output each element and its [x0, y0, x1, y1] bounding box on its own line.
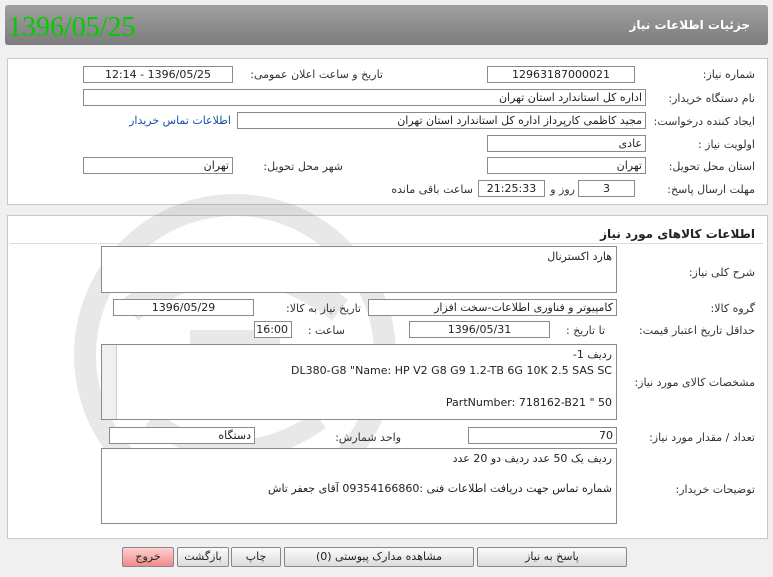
- summary-text: هارد اکسترنال: [547, 250, 612, 263]
- notes-line-2: شماره تماس جهت دریافت اطلاعات فنی :09354…: [268, 482, 612, 495]
- group-label: گروه کالا:: [710, 302, 755, 315]
- need-number-field: 12963187000021: [487, 66, 635, 83]
- deadline-time-field: 21:25:33: [478, 180, 545, 197]
- days-and-label: روز و: [550, 183, 575, 196]
- summary-label: شرح کلی نیاز:: [688, 266, 755, 279]
- unit-label: واحد شمارش:: [335, 431, 401, 444]
- back-button[interactable]: بازگشت: [177, 547, 229, 567]
- buyer-label: نام دستگاه خریدار:: [668, 92, 755, 105]
- buyer-field: اداره کل استاندارد استان تهران: [83, 89, 646, 106]
- time-field: 16:00: [254, 321, 292, 338]
- qty-label: تعداد / مقدار مورد نیاز:: [649, 431, 755, 444]
- spec-line-1: ردیف 1-: [572, 348, 612, 361]
- province-label: استان محل تحویل:: [668, 160, 755, 173]
- need-date-label: تاریخ نیاز به کالا:: [286, 302, 361, 315]
- time-label: ساعت :: [307, 324, 345, 337]
- contact-info-link[interactable]: اطلاعات تماس خریدار: [129, 114, 231, 127]
- city-label: شهر محل تحویل:: [263, 160, 343, 173]
- province-field: تهران: [487, 157, 646, 174]
- qty-field: 70: [468, 427, 617, 444]
- spec-line-2: DL380-G8 "Name: HP V2 G8 G9 1.2-TB 6G 10…: [291, 364, 612, 377]
- priority-label: اولویت نیاز :: [697, 138, 755, 151]
- print-button[interactable]: چاپ: [231, 547, 281, 567]
- goods-section-title: اطلاعات کالاهای مورد نیاز: [600, 227, 755, 241]
- to-date-label: تا تاریخ :: [566, 324, 605, 337]
- announce-field: 1396/05/25 - 12:14: [83, 66, 233, 83]
- attachments-button[interactable]: مشاهده مدارک پیوستی (0): [284, 547, 474, 567]
- spec-scrollbar[interactable]: [102, 345, 117, 419]
- group-field: کامپیوتر و فناوری اطلاعات-سخت افزار: [368, 299, 617, 316]
- date-stamp: 1396/05/25: [8, 12, 136, 43]
- need-number-label: شماره نیاز:: [702, 68, 755, 81]
- goods-section-divider: [10, 243, 763, 244]
- city-field: تهران: [83, 157, 233, 174]
- buyer-notes-label: توضیحات خریدار:: [675, 483, 756, 496]
- creator-label: ایجاد کننده درخواست:: [653, 115, 755, 128]
- reply-button[interactable]: پاسخ به نیاز: [477, 547, 627, 567]
- to-date-field: 1396/05/31: [409, 321, 550, 338]
- remaining-label: ساعت باقی مانده: [391, 183, 473, 196]
- buyer-notes-field: ردیف یک 50 عدد ردیف دو 20 عدد شماره تماس…: [101, 448, 617, 524]
- announce-label: تاریخ و ساعت اعلان عمومی:: [250, 68, 383, 81]
- spec-field: ردیف 1- DL380-G8 "Name: HP V2 G8 G9 1.2-…: [101, 344, 617, 420]
- priority-field: عادی: [487, 135, 646, 152]
- unit-field: دستگاه: [109, 427, 255, 444]
- page-title: جزئیات اطلاعات نیاز: [629, 18, 750, 32]
- need-date-field: 1396/05/29: [113, 299, 254, 316]
- creator-field: مجید کاظمی کارپرداز اداره کل استاندارد ا…: [237, 112, 646, 129]
- deadline-days-field: 3: [578, 180, 635, 197]
- notes-line-1: ردیف یک 50 عدد ردیف دو 20 عدد: [452, 452, 612, 465]
- validity-label: حداقل تاریخ اعتبار قیمت:: [639, 324, 755, 337]
- summary-field: هارد اکسترنال: [101, 246, 617, 293]
- deadline-label: مهلت ارسال پاسخ:: [667, 183, 755, 196]
- spec-label: مشخصات کالای مورد نیاز:: [634, 376, 755, 389]
- exit-button[interactable]: خروج: [122, 547, 174, 567]
- spec-line-3: PartNumber: 718162-B21 " 50: [445, 396, 612, 409]
